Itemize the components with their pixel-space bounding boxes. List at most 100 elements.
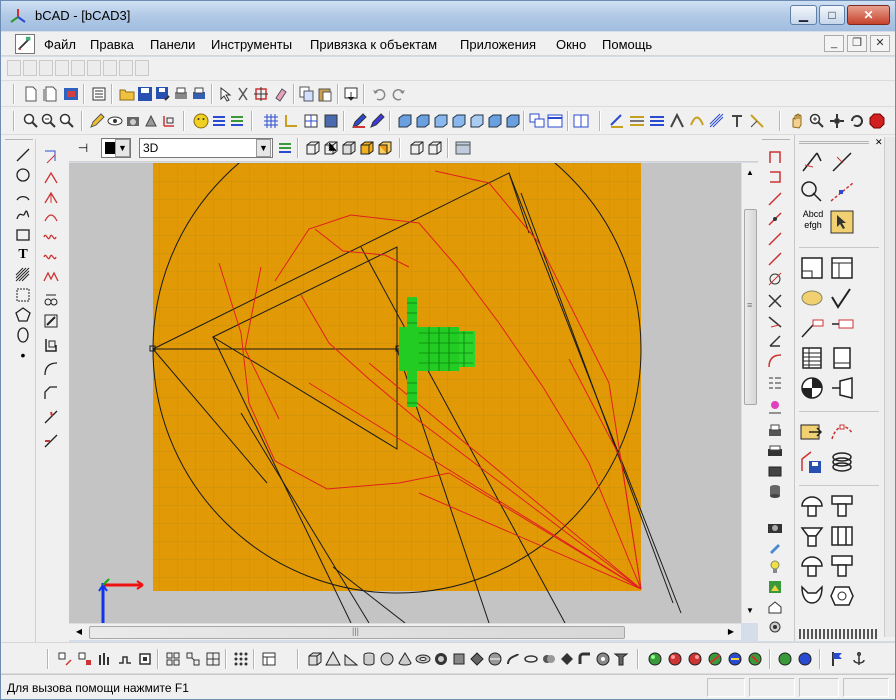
color-pen-icon[interactable] bbox=[351, 113, 367, 129]
render-settings-icon[interactable] bbox=[767, 619, 783, 635]
mesh-cylinder-icon[interactable] bbox=[667, 651, 683, 667]
view-iso-icon[interactable] bbox=[469, 113, 485, 129]
view-eye-icon[interactable] bbox=[107, 113, 123, 129]
fillet-tool-icon[interactable] bbox=[43, 361, 59, 377]
circle-tool-icon[interactable] bbox=[15, 167, 31, 183]
spring-icon[interactable] bbox=[829, 449, 855, 475]
layer-manager-icon[interactable] bbox=[229, 113, 245, 129]
box-hidden-icon[interactable] bbox=[427, 140, 443, 156]
hex-nut-icon[interactable] bbox=[829, 583, 855, 609]
solid-boolean-icon[interactable] bbox=[541, 651, 557, 667]
align-bars-icon[interactable] bbox=[97, 651, 113, 667]
snap-nearest-icon[interactable] bbox=[767, 313, 783, 329]
solid-pyramid-icon[interactable] bbox=[325, 651, 341, 667]
vertical-scroll-thumb[interactable]: ≡ bbox=[744, 209, 757, 405]
snap-list-icon[interactable] bbox=[767, 375, 783, 391]
view-right-icon[interactable] bbox=[451, 113, 467, 129]
empty-tool-slot[interactable] bbox=[103, 60, 117, 76]
undo-icon[interactable] bbox=[371, 86, 387, 102]
spec-sheet-icon[interactable] bbox=[829, 345, 855, 371]
mesh-sphere-icon[interactable] bbox=[647, 651, 663, 667]
printer-small-icon[interactable] bbox=[767, 423, 783, 439]
new-document-icon[interactable] bbox=[23, 86, 39, 102]
line-angle-icon[interactable] bbox=[43, 169, 59, 185]
extend-tool-icon[interactable] bbox=[43, 433, 59, 449]
title-bar[interactable]: bCAD - [bCAD3] ▁ □ ✕ bbox=[1, 1, 895, 31]
solid-section-icon[interactable] bbox=[595, 651, 611, 667]
mdi-restore-button[interactable]: ❐ bbox=[847, 35, 867, 52]
table-icon[interactable] bbox=[799, 345, 825, 371]
erase-icon[interactable] bbox=[273, 86, 289, 102]
material-green-icon[interactable] bbox=[777, 651, 793, 667]
mesh-wedge-icon[interactable] bbox=[747, 651, 763, 667]
spline-tool-icon[interactable] bbox=[15, 207, 31, 223]
insert-part-icon[interactable] bbox=[799, 419, 825, 445]
cad-drawing[interactable] bbox=[69, 163, 741, 623]
menu-panels[interactable]: Панели bbox=[150, 37, 195, 52]
color-selector[interactable]: ▼ bbox=[101, 138, 131, 158]
solid-sphere-icon[interactable] bbox=[379, 651, 395, 667]
scroll-down-button[interactable]: ▼ bbox=[742, 603, 758, 619]
snap-icon[interactable] bbox=[303, 113, 319, 129]
mesh-box-icon[interactable] bbox=[727, 651, 743, 667]
light-bulb-icon[interactable] bbox=[767, 559, 783, 575]
maximize-button[interactable]: □ bbox=[819, 5, 845, 25]
layer-properties-icon[interactable] bbox=[277, 140, 293, 156]
window-tile-icon[interactable] bbox=[547, 113, 563, 129]
snap-midpoint-icon[interactable] bbox=[767, 169, 783, 185]
empty-tool-slot[interactable] bbox=[71, 60, 85, 76]
solid-cylinder-icon[interactable] bbox=[361, 651, 377, 667]
array-rect-icon[interactable] bbox=[165, 651, 181, 667]
snap-perpendicular-icon[interactable] bbox=[767, 271, 783, 287]
document-menu-icon[interactable] bbox=[15, 34, 35, 54]
material-blue-icon[interactable] bbox=[797, 651, 813, 667]
line-2points-icon[interactable] bbox=[799, 149, 825, 175]
coordinate-system-icon[interactable] bbox=[161, 113, 177, 129]
solid-revolve-icon[interactable] bbox=[451, 651, 467, 667]
line-tool-icon[interactable] bbox=[15, 147, 31, 163]
rivet-flat-icon[interactable] bbox=[799, 553, 825, 579]
render-scene-icon[interactable] bbox=[767, 579, 783, 595]
database-icon[interactable] bbox=[767, 483, 783, 499]
ortho-icon[interactable] bbox=[283, 113, 299, 129]
color-dropdown-arrow[interactable]: ▼ bbox=[115, 139, 130, 157]
array-path-icon[interactable] bbox=[205, 651, 221, 667]
hidden-line-view-icon[interactable] bbox=[323, 140, 339, 156]
light-icon[interactable] bbox=[143, 113, 159, 129]
text-tool-label[interactable]: Abcd efgh bbox=[799, 209, 827, 237]
bolt-hex-icon[interactable] bbox=[829, 493, 855, 519]
curve-points-icon[interactable] bbox=[829, 419, 855, 445]
leader-note-icon[interactable] bbox=[799, 315, 825, 341]
rendered-view-icon[interactable] bbox=[359, 140, 375, 156]
anchor-icon[interactable] bbox=[851, 651, 867, 667]
line-perpendicular-icon[interactable] bbox=[829, 149, 855, 175]
wing-nut-icon[interactable] bbox=[799, 583, 825, 609]
zoom-realtime-icon[interactable] bbox=[809, 113, 825, 129]
mesh-cone-icon[interactable] bbox=[687, 651, 703, 667]
vertical-scrollbar[interactable]: ▲ ≡ ▼ bbox=[741, 163, 758, 623]
solid-wedge-icon[interactable] bbox=[343, 651, 359, 667]
texture-view-icon[interactable] bbox=[377, 140, 393, 156]
empty-tool-slot[interactable] bbox=[39, 60, 53, 76]
transform-icon[interactable] bbox=[253, 86, 269, 102]
empty-tool-slot[interactable] bbox=[7, 60, 21, 76]
line-bisector-icon[interactable] bbox=[43, 189, 59, 205]
background-color-icon[interactable] bbox=[455, 140, 471, 156]
material-brush-icon[interactable] bbox=[767, 539, 783, 555]
solid-box-icon[interactable] bbox=[307, 651, 323, 667]
mesh-torus-icon[interactable] bbox=[707, 651, 723, 667]
snap-node-icon[interactable] bbox=[767, 211, 783, 227]
block-icon[interactable] bbox=[137, 651, 153, 667]
dimension-radius-icon[interactable] bbox=[689, 113, 705, 129]
drawing-canvas[interactable] bbox=[69, 163, 741, 623]
wireframe-view-icon[interactable] bbox=[305, 140, 321, 156]
empty-tool-slot[interactable] bbox=[23, 60, 37, 76]
solid-extrude-icon[interactable] bbox=[469, 651, 485, 667]
box-wire-icon[interactable] bbox=[409, 140, 425, 156]
plotter-icon[interactable] bbox=[767, 443, 783, 459]
camera-view-icon[interactable] bbox=[125, 113, 141, 129]
rectangle-tool-icon[interactable] bbox=[15, 227, 31, 243]
layout-icon[interactable] bbox=[261, 651, 277, 667]
print-icon[interactable] bbox=[173, 86, 189, 102]
view-front-icon[interactable] bbox=[397, 113, 413, 129]
